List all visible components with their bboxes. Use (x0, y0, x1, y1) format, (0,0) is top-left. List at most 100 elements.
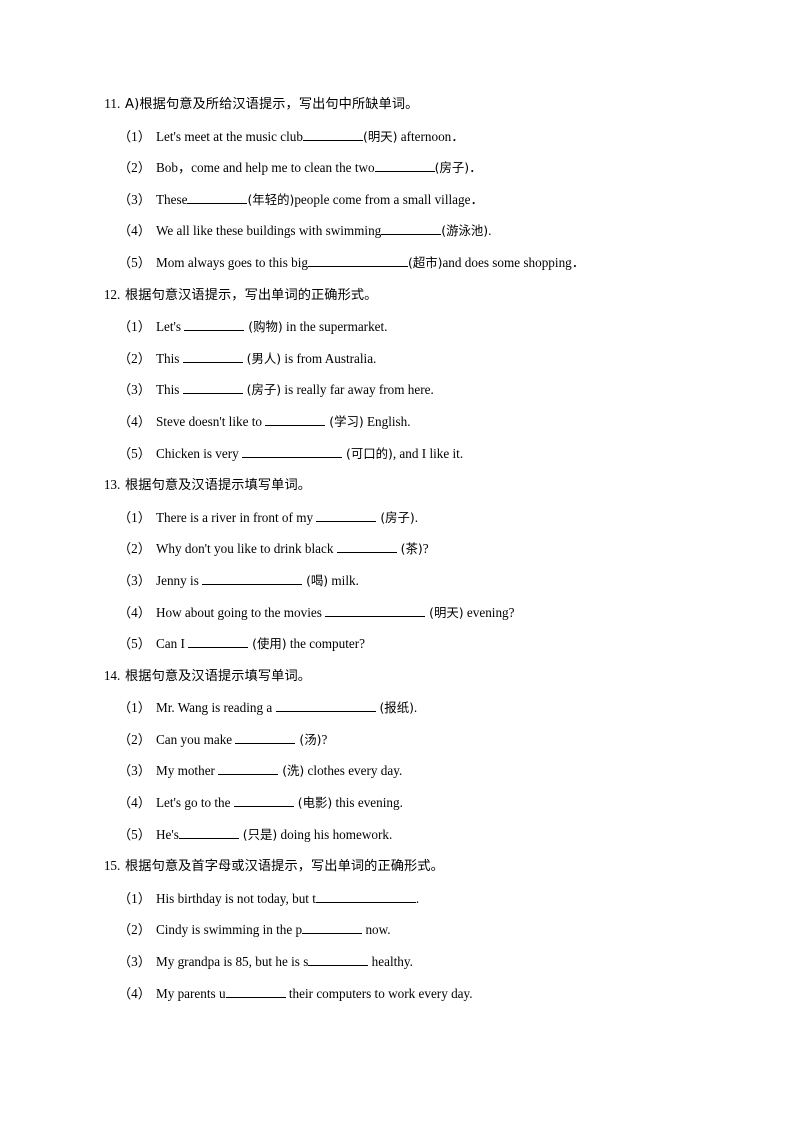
sentence-text-after-blank: their computers to work every day. (285, 985, 473, 1001)
question-sub-item: （4） Let's go to the (电影) this evening. (92, 787, 702, 819)
question-instruction: 根据句意及汉语提示填写单词。 (125, 668, 312, 684)
sub-item-label: （4） (118, 985, 151, 1001)
sentence-text-after-blank: the computer? (286, 636, 365, 652)
sentence-text-before-blank: My mother (155, 763, 219, 779)
answer-blank[interactable] (187, 192, 248, 204)
answer-blank[interactable] (184, 319, 245, 332)
sentence-text-before-blank: Can I (155, 636, 189, 652)
chinese-hint: (可口的) (342, 445, 393, 461)
question-instruction: 根据句意汉语提示，写出单词的正确形式。 (125, 287, 378, 303)
question-sub-item: （2） This (男人) is from Australia. (92, 343, 702, 375)
sub-item-sentence: My parents u their computers to work eve… (156, 978, 473, 1010)
sentence-text-after-blank: English. (363, 413, 411, 429)
answer-blank[interactable] (188, 636, 249, 649)
answer-blank[interactable] (233, 795, 294, 808)
question-sub-item: （3） My mother (洗) clothes every day. (92, 755, 702, 787)
answer-blank[interactable] (242, 446, 343, 458)
answer-blank[interactable] (235, 732, 296, 744)
sub-item-label: （2） (118, 922, 151, 938)
question-heading: 12. 根据句意汉语提示，写出单词的正确形式。 (92, 279, 702, 312)
question-number-dot: . (117, 667, 121, 683)
sentence-text-after-blank: milk. (328, 572, 359, 588)
answer-blank[interactable] (325, 605, 426, 617)
answer-blank[interactable] (182, 351, 243, 363)
sub-item-label: （3） (118, 954, 151, 970)
sentence-text-before-blank: This (155, 350, 183, 366)
answer-blank[interactable] (302, 922, 363, 935)
sub-item-label: （3） (118, 763, 151, 779)
answer-blank[interactable] (308, 255, 408, 267)
sentence-text-after-blank: ． (469, 160, 483, 176)
answer-blank[interactable] (374, 160, 435, 173)
question-number: 13 (103, 477, 117, 493)
question-sub-item: （5） Mom always goes to this big (超市)and do… (92, 247, 702, 279)
sentence-text-after-blank: people come from a small village． (294, 191, 484, 207)
answer-blank[interactable] (315, 891, 416, 903)
answer-blank[interactable] (336, 541, 397, 554)
question-sub-item: （1） There is a river in front of my (房子). (92, 502, 702, 534)
sub-item-sentence: Why don't you like to drink black (茶)? (156, 533, 429, 565)
answer-blank[interactable] (225, 986, 286, 998)
sub-item-sentence: Mom always goes to this big (超市)and does … (156, 247, 585, 279)
sub-item-sentence: Let's meet at the music club (明天) afterno… (156, 121, 465, 153)
answer-blank[interactable] (218, 763, 279, 776)
sub-item-sentence: Chicken is very (可口的), and I like it. (156, 438, 463, 470)
sub-item-sentence: There is a river in front of my (房子). (156, 502, 418, 534)
question-sub-item: （2） Cindy is swimming in the p now. (92, 914, 702, 946)
sub-item-sentence: Jenny is (喝) milk. (156, 565, 359, 597)
question-number: 14 (103, 667, 117, 683)
question-block: 14. 根据句意及汉语提示填写单词。 （1） Mr. Wang is reading … (92, 660, 702, 851)
question-sub-item: （3） This (房子) is really far away from her… (92, 374, 702, 406)
sentence-text-before-blank: Let's meet at the music club (155, 128, 303, 144)
sentence-text-before-blank: His birthday is not today, but t (155, 890, 316, 906)
chinese-hint: (使用) (248, 636, 287, 652)
sentence-text-before-blank: Mom always goes to this big (155, 254, 308, 270)
answer-blank[interactable] (316, 510, 377, 522)
sentence-text-after-blank: ? (422, 541, 429, 557)
sub-item-label: （4） (118, 604, 151, 620)
question-sub-item: （1） Mr. Wang is reading a (报纸). (92, 692, 702, 724)
sub-item-label: （5） (118, 826, 151, 842)
question-number-dot: . (117, 858, 121, 874)
sub-item-sentence: Cindy is swimming in the p now. (156, 914, 391, 946)
answer-blank[interactable] (202, 573, 303, 585)
question-sub-item: （3） These (年轻的)people come from a small vi… (92, 184, 702, 216)
sentence-text-after-blank: clothes every day. (304, 763, 403, 779)
answer-blank[interactable] (303, 129, 363, 141)
question-sub-item: （5） He's (只是) doing his homework. (92, 819, 702, 851)
question-number: 15 (103, 858, 117, 874)
question-sub-item: （1） His birthday is not today, but t. (92, 883, 702, 915)
chinese-hint: (房子) (242, 382, 282, 398)
sub-item-label: （4） (118, 795, 151, 811)
question-heading: 13. 根据句意及汉语提示填写单词。 (92, 469, 702, 502)
sentence-text-before-blank: Why don't you like to drink black (155, 541, 337, 557)
question-heading: 15. 根据句意及首字母或汉语提示，写出单词的正确形式。 (92, 850, 702, 883)
chinese-hint: (只是) (238, 826, 278, 842)
answer-blank[interactable] (178, 827, 239, 839)
sentence-text-after-blank: . (413, 700, 418, 716)
chinese-hint: (洗) (278, 763, 305, 779)
chinese-hint: (茶) (396, 541, 423, 557)
answer-blank[interactable] (275, 700, 376, 713)
sentence-text-after-blank: . (415, 890, 420, 906)
sentence-text-before-blank: Let's go to the (155, 795, 234, 811)
answer-blank[interactable] (381, 223, 442, 236)
sentence-text-after-blank: healthy. (368, 954, 413, 970)
answer-blank[interactable] (182, 382, 243, 395)
question-sub-item: （5） Can I (使用) the computer? (92, 628, 702, 660)
sentence-text-before-blank: Chicken is very (155, 445, 243, 461)
sub-item-label: （2） (118, 160, 151, 176)
question-sub-item: （3） Jenny is (喝) milk. (92, 565, 702, 597)
answer-blank[interactable] (308, 954, 369, 967)
sub-item-sentence: We all like these buildings with swimmin… (156, 215, 491, 247)
question-block: 12. 根据句意汉语提示，写出单词的正确形式。 （1） Let's (购物) in t… (92, 279, 702, 470)
questions-container: 11. A) 根据句意及所给汉语提示，写出句中所缺单词。 （1） Let's meet … (92, 88, 702, 1009)
sub-item-sentence: He's (只是) doing his homework. (156, 819, 392, 851)
sub-item-sentence: My grandpa is 85, but he is s healthy. (156, 946, 413, 978)
chinese-hint: (年轻的) (247, 191, 295, 207)
sentence-text-after-blank: is from Australia. (281, 350, 377, 366)
worksheet-page: 11. A) 根据句意及所给汉语提示，写出句中所缺单词。 （1） Let's meet … (0, 0, 794, 1123)
question-instruction: 根据句意及所给汉语提示，写出句中所缺单词。 (139, 97, 419, 112)
answer-blank[interactable] (265, 414, 326, 426)
question-instruction: 根据句意及汉语提示填写单词。 (125, 478, 312, 494)
